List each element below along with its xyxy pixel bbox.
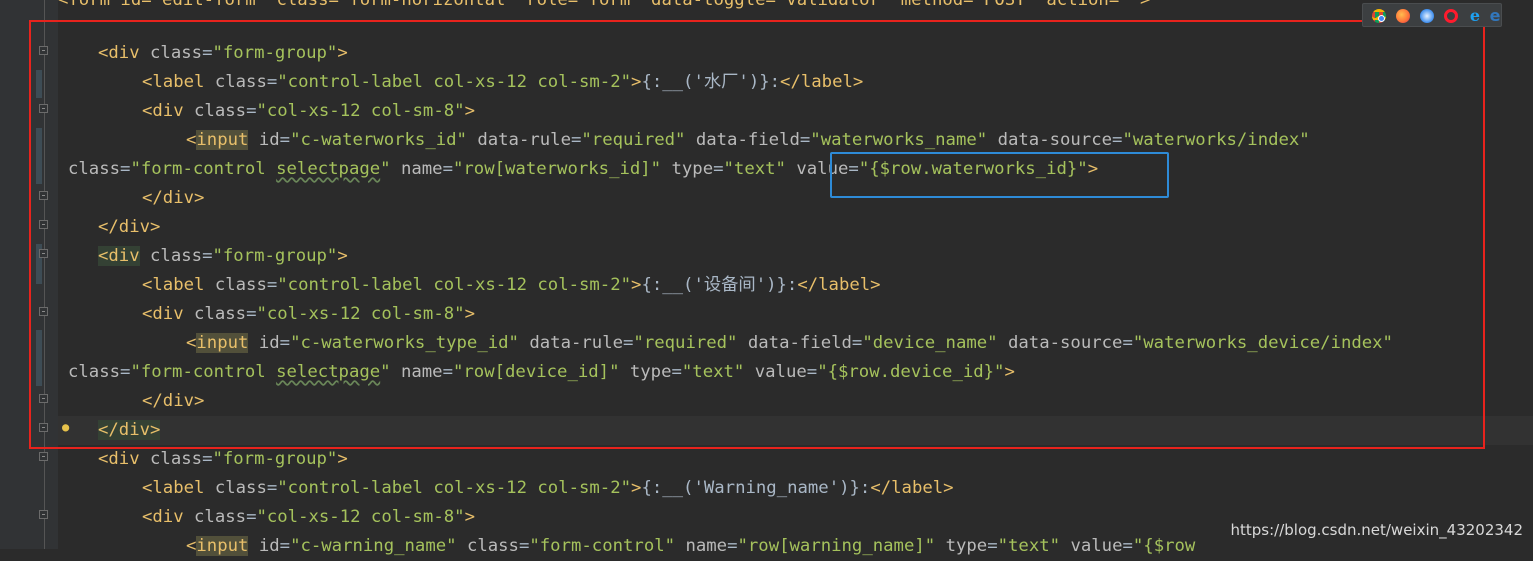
code-token: "form-group" (212, 449, 338, 469)
code-token: "text" (997, 536, 1061, 556)
chrome-icon[interactable] (1372, 9, 1386, 23)
code-token: > (337, 449, 348, 469)
code-line[interactable]: <input id="c-warning_name" class="form-c… (186, 532, 1195, 561)
watermark: https://blog.csdn.net/weixin_43202342 (1230, 521, 1523, 539)
code-token: class (150, 449, 203, 469)
code-token: {:__('Warning_name')}: (641, 478, 871, 498)
code-token: = (246, 507, 257, 527)
code-token: = (1122, 536, 1133, 556)
annotation-red-rectangle (29, 20, 1485, 449)
code-token: "control-label col-xs-12 col-sm-2" (277, 478, 632, 498)
firefox-icon[interactable] (1396, 9, 1410, 23)
code-token: = (202, 449, 213, 469)
code-token: > (631, 478, 642, 498)
code-token: = (727, 536, 738, 556)
opera-icon[interactable] (1444, 9, 1458, 23)
code-token: "col-xs-12 col-sm-8" (256, 507, 465, 527)
edge-icon[interactable]: e (1488, 8, 1502, 24)
code-token: = (279, 536, 291, 556)
code-token: <div (142, 507, 184, 527)
annotation-blue-rectangle (830, 152, 1169, 198)
code-token: <form id="edit-form" class="form-horizon… (58, 0, 1151, 10)
code-token: "row[warning_name]" (737, 536, 936, 556)
code-token: class (214, 478, 267, 498)
fold-toggle-icon[interactable] (39, 452, 48, 461)
code-token: class (466, 536, 519, 556)
code-token: = (266, 478, 278, 498)
code-token: value (1070, 536, 1123, 556)
code-line[interactable]: <div class="form-group"> (98, 445, 348, 474)
browser-preview-bar: e e (1362, 3, 1502, 27)
code-line[interactable]: <form id="edit-form" class="form-horizon… (58, 0, 1150, 15)
code-token: <div (98, 449, 140, 469)
code-editor[interactable]: ● <form id="edit-form" class="form-horiz… (0, 0, 1533, 556)
code-token: = (518, 536, 530, 556)
code-token: "{$row (1132, 536, 1196, 556)
code-token: input (196, 536, 249, 556)
code-token: "c-warning_name" (290, 536, 457, 556)
code-token: name (685, 536, 728, 556)
safari-icon[interactable] (1420, 9, 1434, 23)
code-token: id (258, 536, 280, 556)
code-token: < (186, 536, 197, 556)
code-token: class (194, 507, 247, 527)
fold-toggle-icon[interactable] (39, 510, 48, 519)
code-token: "form-control" (529, 536, 676, 556)
code-token: </label> (870, 478, 954, 498)
code-token: type (945, 536, 988, 556)
code-line[interactable]: <label class="control-label col-xs-12 co… (142, 474, 954, 503)
code-token: > (464, 507, 475, 527)
code-token: <label (142, 478, 205, 498)
code-token: = (987, 536, 998, 556)
ie-icon[interactable]: e (1468, 8, 1482, 24)
code-line[interactable]: <div class="col-xs-12 col-sm-8"> (142, 503, 475, 532)
